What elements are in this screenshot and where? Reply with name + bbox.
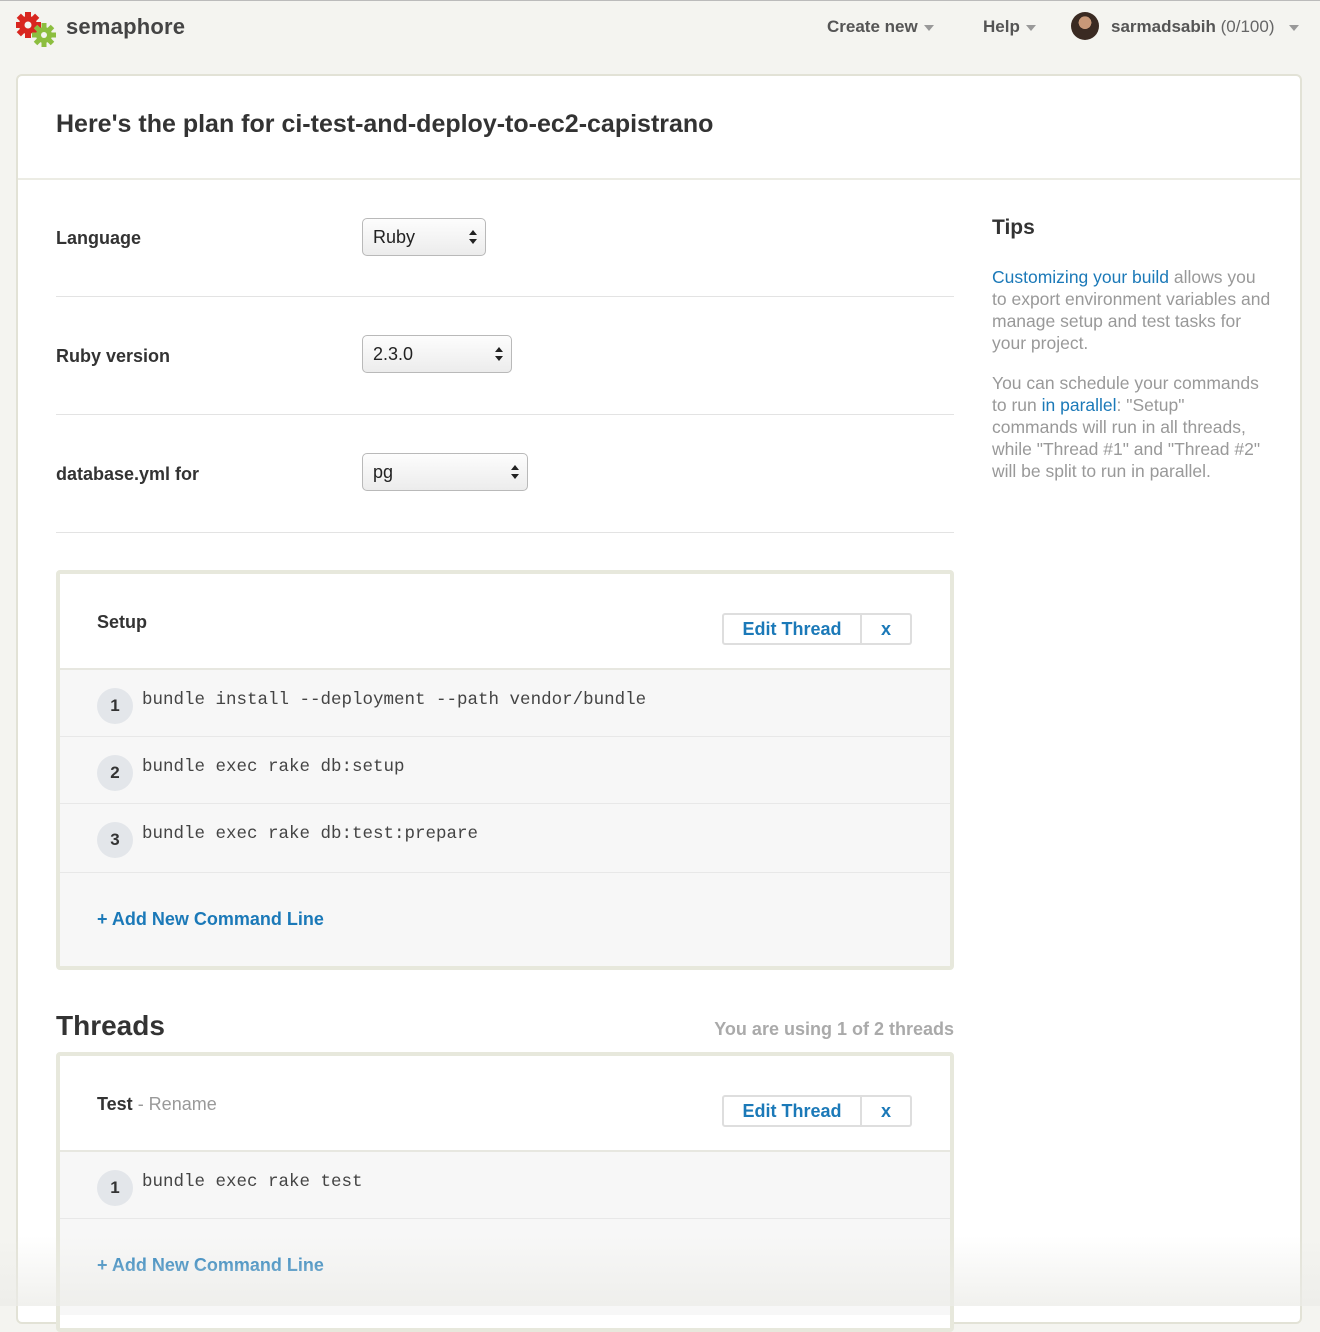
database-select[interactable]: pg [362, 453, 528, 491]
chevron-down-icon [923, 24, 934, 31]
brand-name[interactable]: semaphore [66, 14, 185, 40]
language-label: Language [56, 228, 142, 248]
language-select[interactable]: Ruby [362, 218, 486, 256]
page-title: Here's the plan for ci-test-and-deploy-t… [56, 110, 714, 138]
command-line[interactable]: 3 bundle exec rake db:test:prepare [60, 804, 950, 873]
command-number-badge: 2 [97, 755, 133, 791]
add-command-line-link[interactable]: + Add New Command Line [97, 909, 324, 930]
rename-thread-link[interactable]: - Rename [133, 1094, 217, 1114]
ruby-version-label: Ruby version [56, 346, 171, 366]
database-select-value: pg [373, 462, 394, 482]
setup-thread: Setup Edit Thread x 1 bundle install --d… [56, 570, 954, 970]
command-text[interactable]: bundle exec rake test [142, 1172, 363, 1192]
in-parallel-link[interactable]: in parallel [1042, 395, 1117, 415]
threads-usage: You are using 1 of 2 threads [714, 1019, 954, 1039]
help-label: Help [983, 17, 1020, 36]
select-arrows-icon [511, 465, 519, 479]
card-header: Here's the plan for ci-test-and-deploy-t… [18, 76, 1300, 180]
add-command-row: + Add New Command Line [60, 1219, 950, 1315]
select-arrows-icon [495, 347, 503, 361]
thread-name: Test - Rename [97, 1094, 217, 1115]
command-line[interactable]: 1 bundle install --deployment --path ven… [60, 670, 950, 737]
remove-thread-button[interactable]: x [862, 1095, 912, 1127]
language-row: Language Ruby [56, 178, 954, 297]
command-number-badge: 3 [97, 822, 133, 858]
command-line[interactable]: 2 bundle exec rake db:setup [60, 737, 950, 804]
thread-actions: Edit Thread x [722, 1095, 912, 1127]
thread-header: Test - Rename Edit Thread x [60, 1056, 950, 1152]
remove-thread-button[interactable]: x [862, 613, 912, 645]
edit-thread-button[interactable]: Edit Thread [722, 1095, 862, 1127]
select-arrows-icon [469, 230, 477, 244]
ruby-version-select-value: 2.3.0 [373, 344, 414, 364]
add-command-row: + Add New Command Line [60, 873, 950, 966]
command-line[interactable]: 1 bundle exec rake test [60, 1152, 950, 1219]
create-new-label: Create new [827, 17, 918, 36]
thread-actions: Edit Thread x [722, 613, 912, 645]
user-menu[interactable]: sarmadsabih (0/100) [1111, 17, 1299, 37]
database-row: database.yml for pg [56, 414, 954, 533]
top-navbar: semaphore Create new Help sarmadsabih (0… [0, 0, 1320, 53]
ruby-version-select[interactable]: 2.3.0 [362, 335, 512, 373]
semaphore-gear-logo-icon[interactable] [16, 7, 58, 49]
project-setup-card: Here's the plan for ci-test-and-deploy-t… [16, 74, 1302, 1332]
help-menu[interactable]: Help [983, 17, 1036, 37]
customizing-build-link[interactable]: Customizing your build [992, 267, 1169, 287]
add-command-line-link[interactable]: + Add New Command Line [97, 1255, 324, 1276]
thread-header: Setup Edit Thread x [60, 574, 950, 670]
command-text[interactable]: bundle install --deployment --path vendo… [142, 690, 646, 710]
chevron-down-icon [1025, 24, 1036, 31]
command-text[interactable]: bundle exec rake db:test:prepare [142, 824, 478, 844]
user-project-count: (0/100) [1220, 17, 1275, 36]
tips-title: Tips [992, 216, 1035, 239]
database-label: database.yml for [56, 464, 200, 484]
thread-name: Setup [97, 612, 148, 632]
chevron-down-icon [1288, 24, 1299, 31]
tip-customizing: Customizing your build allows you to exp… [992, 266, 1272, 354]
tips-panel: Tips Customizing your build allows you t… [992, 216, 1272, 500]
username: sarmadsabih [1111, 17, 1216, 36]
thread-name-text: Test [97, 1094, 133, 1114]
test-thread: Test - Rename Edit Thread x 1 bundle exe… [56, 1052, 954, 1332]
tip-parallel: You can schedule your commands to run in… [992, 372, 1272, 482]
ruby-version-row: Ruby version 2.3.0 [56, 296, 954, 415]
threads-heading: Threads [56, 1010, 165, 1041]
language-select-value: Ruby [373, 227, 416, 247]
command-number-badge: 1 [97, 688, 133, 724]
command-number-badge: 1 [97, 1170, 133, 1206]
create-new-menu[interactable]: Create new [827, 17, 934, 37]
avatar[interactable] [1071, 12, 1099, 40]
command-text[interactable]: bundle exec rake db:setup [142, 757, 405, 777]
edit-thread-button[interactable]: Edit Thread [722, 613, 862, 645]
